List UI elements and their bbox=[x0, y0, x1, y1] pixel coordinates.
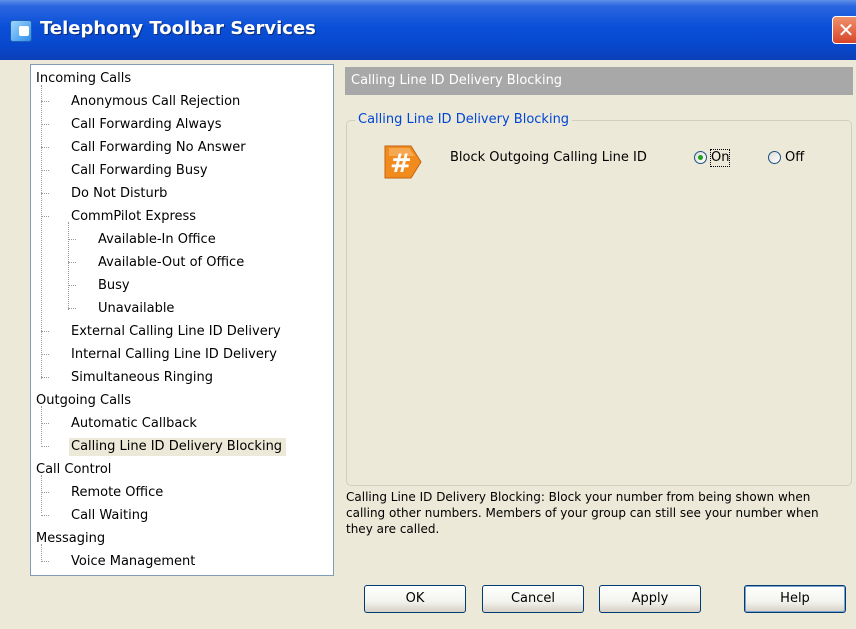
tree-item-call-forwarding-busy[interactable]: Call Forwarding Busy bbox=[71, 162, 208, 180]
svg-text:#: # bbox=[390, 149, 412, 179]
panel-header: Calling Line ID Delivery Blocking bbox=[345, 67, 853, 95]
tree-item-incoming-calls[interactable]: Incoming Calls bbox=[36, 70, 131, 88]
hash-icon: # bbox=[384, 145, 422, 179]
off-radio[interactable] bbox=[768, 151, 781, 164]
tree-item-remote-office[interactable]: Remote Office bbox=[71, 484, 163, 502]
tree-item-external-clid-delivery[interactable]: External Calling Line ID Delivery bbox=[71, 323, 281, 341]
tree-item-voice-management[interactable]: Voice Management bbox=[71, 553, 195, 571]
tree-item-call-forwarding-always[interactable]: Call Forwarding Always bbox=[71, 116, 221, 134]
group-label: Calling Line ID Delivery Blocking bbox=[355, 112, 573, 128]
tree-item-commpilot-express[interactable]: CommPilot Express bbox=[71, 208, 196, 226]
tree-line bbox=[41, 406, 42, 444]
tree-item-available-out-of-office[interactable]: Available-Out of Office bbox=[98, 254, 244, 272]
description-text: Calling Line ID Delivery Blocking: Block… bbox=[346, 490, 819, 536]
tree-item-do-not-disturb[interactable]: Do Not Disturb bbox=[71, 185, 167, 203]
tree-line bbox=[41, 85, 42, 379]
apply-button[interactable]: Apply bbox=[599, 585, 701, 613]
tree-item-internal-clid-delivery[interactable]: Internal Calling Line ID Delivery bbox=[71, 346, 277, 364]
tree-item-simultaneous-ringing[interactable]: Simultaneous Ringing bbox=[71, 369, 213, 387]
tree-item-outgoing-calls[interactable]: Outgoing Calls bbox=[36, 392, 131, 410]
tree-item-anonymous-call-rejection[interactable]: Anonymous Call Rejection bbox=[71, 93, 240, 111]
window-title: Telephony Toolbar Services bbox=[40, 18, 316, 39]
tree-item-unavailable[interactable]: Unavailable bbox=[98, 300, 174, 318]
off-radio-label[interactable]: Off bbox=[785, 150, 804, 166]
tree-item-call-control[interactable]: Call Control bbox=[36, 461, 111, 479]
tree-item-call-waiting[interactable]: Call Waiting bbox=[71, 507, 148, 525]
cancel-button[interactable]: Cancel bbox=[482, 585, 584, 613]
tree-item-busy[interactable]: Busy bbox=[98, 277, 130, 295]
block-outgoing-clid-label: Block Outgoing Calling Line ID bbox=[450, 150, 647, 165]
app-icon bbox=[10, 20, 32, 42]
tree-item-messaging[interactable]: Messaging bbox=[36, 530, 105, 548]
ok-button[interactable]: OK bbox=[364, 585, 466, 613]
tree-line bbox=[68, 222, 69, 310]
tree-item-available-in-office[interactable]: Available-In Office bbox=[98, 231, 216, 249]
title-bar: Telephony Toolbar Services ✕ bbox=[0, 0, 856, 60]
close-button[interactable]: ✕ bbox=[832, 16, 856, 44]
on-radio-label[interactable]: On bbox=[709, 149, 731, 167]
on-radio[interactable] bbox=[694, 151, 707, 164]
tree-item-automatic-callback[interactable]: Automatic Callback bbox=[71, 415, 197, 433]
tree-line bbox=[41, 475, 42, 513]
tree-item-call-forwarding-no-answer[interactable]: Call Forwarding No Answer bbox=[71, 139, 246, 157]
tree-item-clid-delivery-blocking[interactable]: Calling Line ID Delivery Blocking bbox=[69, 438, 287, 456]
help-button[interactable]: Help bbox=[744, 585, 846, 613]
services-tree[interactable]: Incoming Calls Anonymous Call Rejection … bbox=[30, 64, 334, 576]
